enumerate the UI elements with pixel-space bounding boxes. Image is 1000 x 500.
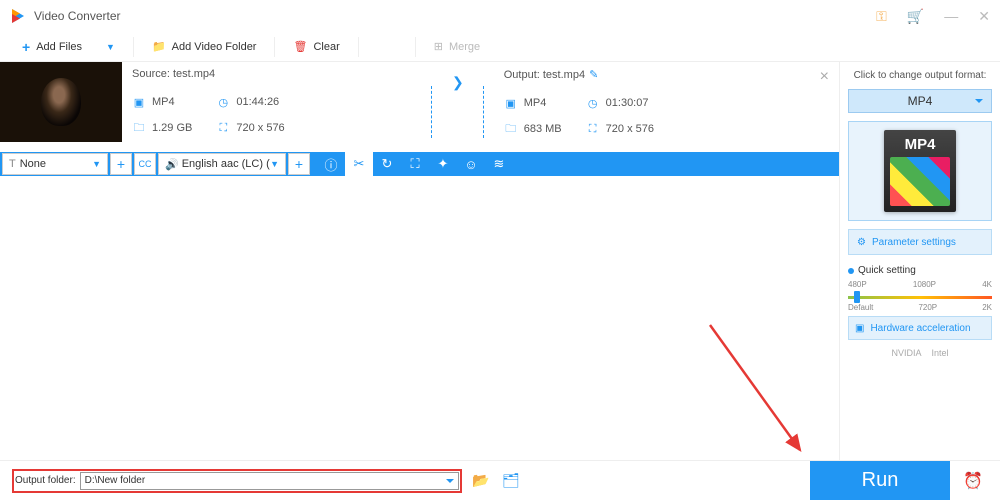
src-resolution: 720 x 576 — [236, 122, 284, 134]
divider — [358, 37, 359, 57]
resolution-icon: ⛶ — [216, 121, 230, 135]
add-video-folder-button[interactable]: 📁Add Video Folder — [142, 37, 267, 56]
main-panel: Source: test.mp4 ▣ MP4 🗀 1.29 GB ◷ 01:44:26… — [0, 62, 840, 460]
source-label: Source: — [132, 68, 170, 80]
subtitle-dropdown[interactable]: TNone▼ — [2, 153, 108, 175]
output-folder-label: Output folder: — [15, 475, 76, 486]
add-audio-button[interactable]: + — [288, 153, 310, 175]
app-title: Video Converter — [34, 9, 121, 23]
app-logo-icon — [10, 8, 26, 24]
audio-dropdown[interactable]: 🔊English aac (LC) (mp▼ — [158, 153, 286, 175]
clock-icon: ◷ — [216, 95, 230, 109]
add-files-chevron[interactable]: ▼ — [96, 39, 125, 55]
side-panel: Click to change output format: MP4 MP4 ⚙… — [840, 62, 1000, 460]
quality-slider[interactable]: 480P1080P4K Default720P2K — [848, 282, 992, 306]
merge-icon: ⊞ — [434, 40, 443, 53]
resolution-icon: ⛶ — [586, 122, 600, 136]
video-thumbnail[interactable] — [0, 62, 122, 142]
chevron-down-icon: ▼ — [92, 159, 101, 169]
dashed-separator — [428, 68, 436, 146]
subtitle-tool-icon[interactable]: ≋ — [485, 152, 513, 176]
app-window: Video Converter ⚿ 🛒 — ✕ +Add Files ▼ 📁Ad… — [0, 0, 1000, 500]
format-badge-text: MP4 — [905, 136, 936, 153]
text-icon: T — [9, 158, 16, 170]
merge-button[interactable]: ⊞Merge — [424, 37, 490, 56]
chevron-down-icon: ▼ — [106, 42, 115, 52]
format-icon: ▣ — [504, 96, 518, 110]
remove-item-button[interactable]: × — [820, 68, 829, 86]
out-size: 683 MB — [524, 123, 562, 135]
output-folder-dropdown[interactable]: D:\New folder — [80, 472, 459, 490]
plus-icon: + — [22, 39, 30, 55]
footer: Output folder: D:\New folder 📂 🗂 Run ⏰ — [0, 460, 1000, 500]
out-format: MP4 — [524, 97, 547, 109]
rotate-tool-icon[interactable]: ↻ — [373, 152, 401, 176]
output-format-label: Click to change output format: — [848, 70, 992, 81]
trash-icon: 🗑 — [293, 40, 307, 53]
out-duration: 01:30:07 — [606, 97, 649, 109]
add-files-button[interactable]: +Add Files — [12, 36, 92, 58]
arrow-right-icon: ❯ — [452, 74, 464, 146]
gpu-labels: NVIDIAIntel — [848, 348, 992, 358]
key-icon[interactable]: ⚿ — [876, 8, 887, 25]
out-resolution: 720 x 576 — [606, 123, 654, 135]
dashed-separator — [480, 68, 488, 146]
src-format: MP4 — [152, 96, 175, 108]
toolbar: +Add Files ▼ 📁Add Video Folder 🗑Clear ⊞M… — [0, 32, 1000, 62]
quick-setting-section: Quick setting 480P1080P4K Default720P2K — [848, 263, 992, 308]
divider — [133, 37, 134, 57]
minimize-button[interactable]: — — [944, 8, 958, 25]
bullet-icon — [848, 268, 854, 274]
run-button[interactable]: Run — [810, 461, 950, 500]
browse-folder-button[interactable]: 🗂 — [500, 470, 522, 492]
src-size: 1.29 GB — [152, 122, 192, 134]
speaker-icon: 🔊 — [165, 158, 179, 171]
format-preview[interactable]: MP4 — [848, 121, 992, 221]
schedule-button[interactable]: ⏰ — [958, 471, 988, 491]
sliders-icon: ⚙ — [857, 237, 866, 248]
source-filename: test.mp4 — [173, 68, 215, 80]
info-tool-icon[interactable]: ⓘ — [317, 152, 345, 176]
effect-tool-icon[interactable]: ✦ — [429, 152, 457, 176]
divider — [274, 37, 275, 57]
item-action-bar: TNone▼ + CC 🔊English aac (LC) (mp▼ + ⓘ ✂… — [0, 152, 839, 176]
add-subtitle-button[interactable]: + — [110, 153, 132, 175]
open-folder-button[interactable]: 📂 — [470, 470, 492, 492]
src-duration: 01:44:26 — [236, 96, 279, 108]
crop-tool-icon[interactable]: ⛶ — [401, 152, 429, 176]
output-folder-highlight: Output folder: D:\New folder — [12, 469, 462, 493]
hardware-acceleration-button[interactable]: ▣Hardware acceleration — [848, 316, 992, 340]
cart-icon[interactable]: 🛒 — [907, 8, 924, 25]
chip-icon: ▣ — [855, 323, 864, 334]
cut-tool-icon[interactable]: ✂ — [345, 152, 373, 176]
folder-icon: 🗀 — [132, 121, 146, 135]
clock-icon: ◷ — [586, 96, 600, 110]
chevron-down-icon: ▼ — [270, 159, 279, 169]
divider — [415, 37, 416, 57]
media-item: Source: test.mp4 ▣ MP4 🗀 1.29 GB ◷ 01:44:26… — [0, 62, 839, 152]
output-filename: test.mp4 — [543, 69, 585, 81]
output-label: Output: — [504, 69, 540, 81]
title-bar: Video Converter ⚿ 🛒 — ✕ — [0, 0, 1000, 32]
output-format-dropdown[interactable]: MP4 — [848, 89, 992, 113]
folder-icon: 🗀 — [504, 122, 518, 136]
parameter-settings-button[interactable]: ⚙Parameter settings — [848, 229, 992, 255]
folder-icon: 📁 — [152, 40, 166, 53]
cc-button[interactable]: CC — [134, 153, 156, 175]
close-button[interactable]: ✕ — [978, 8, 990, 25]
edit-pencil-icon[interactable]: ✎ — [589, 69, 598, 81]
clear-button[interactable]: 🗑Clear — [283, 37, 349, 56]
watermark-tool-icon[interactable]: ☺ — [457, 152, 485, 176]
format-icon: ▣ — [132, 95, 146, 109]
